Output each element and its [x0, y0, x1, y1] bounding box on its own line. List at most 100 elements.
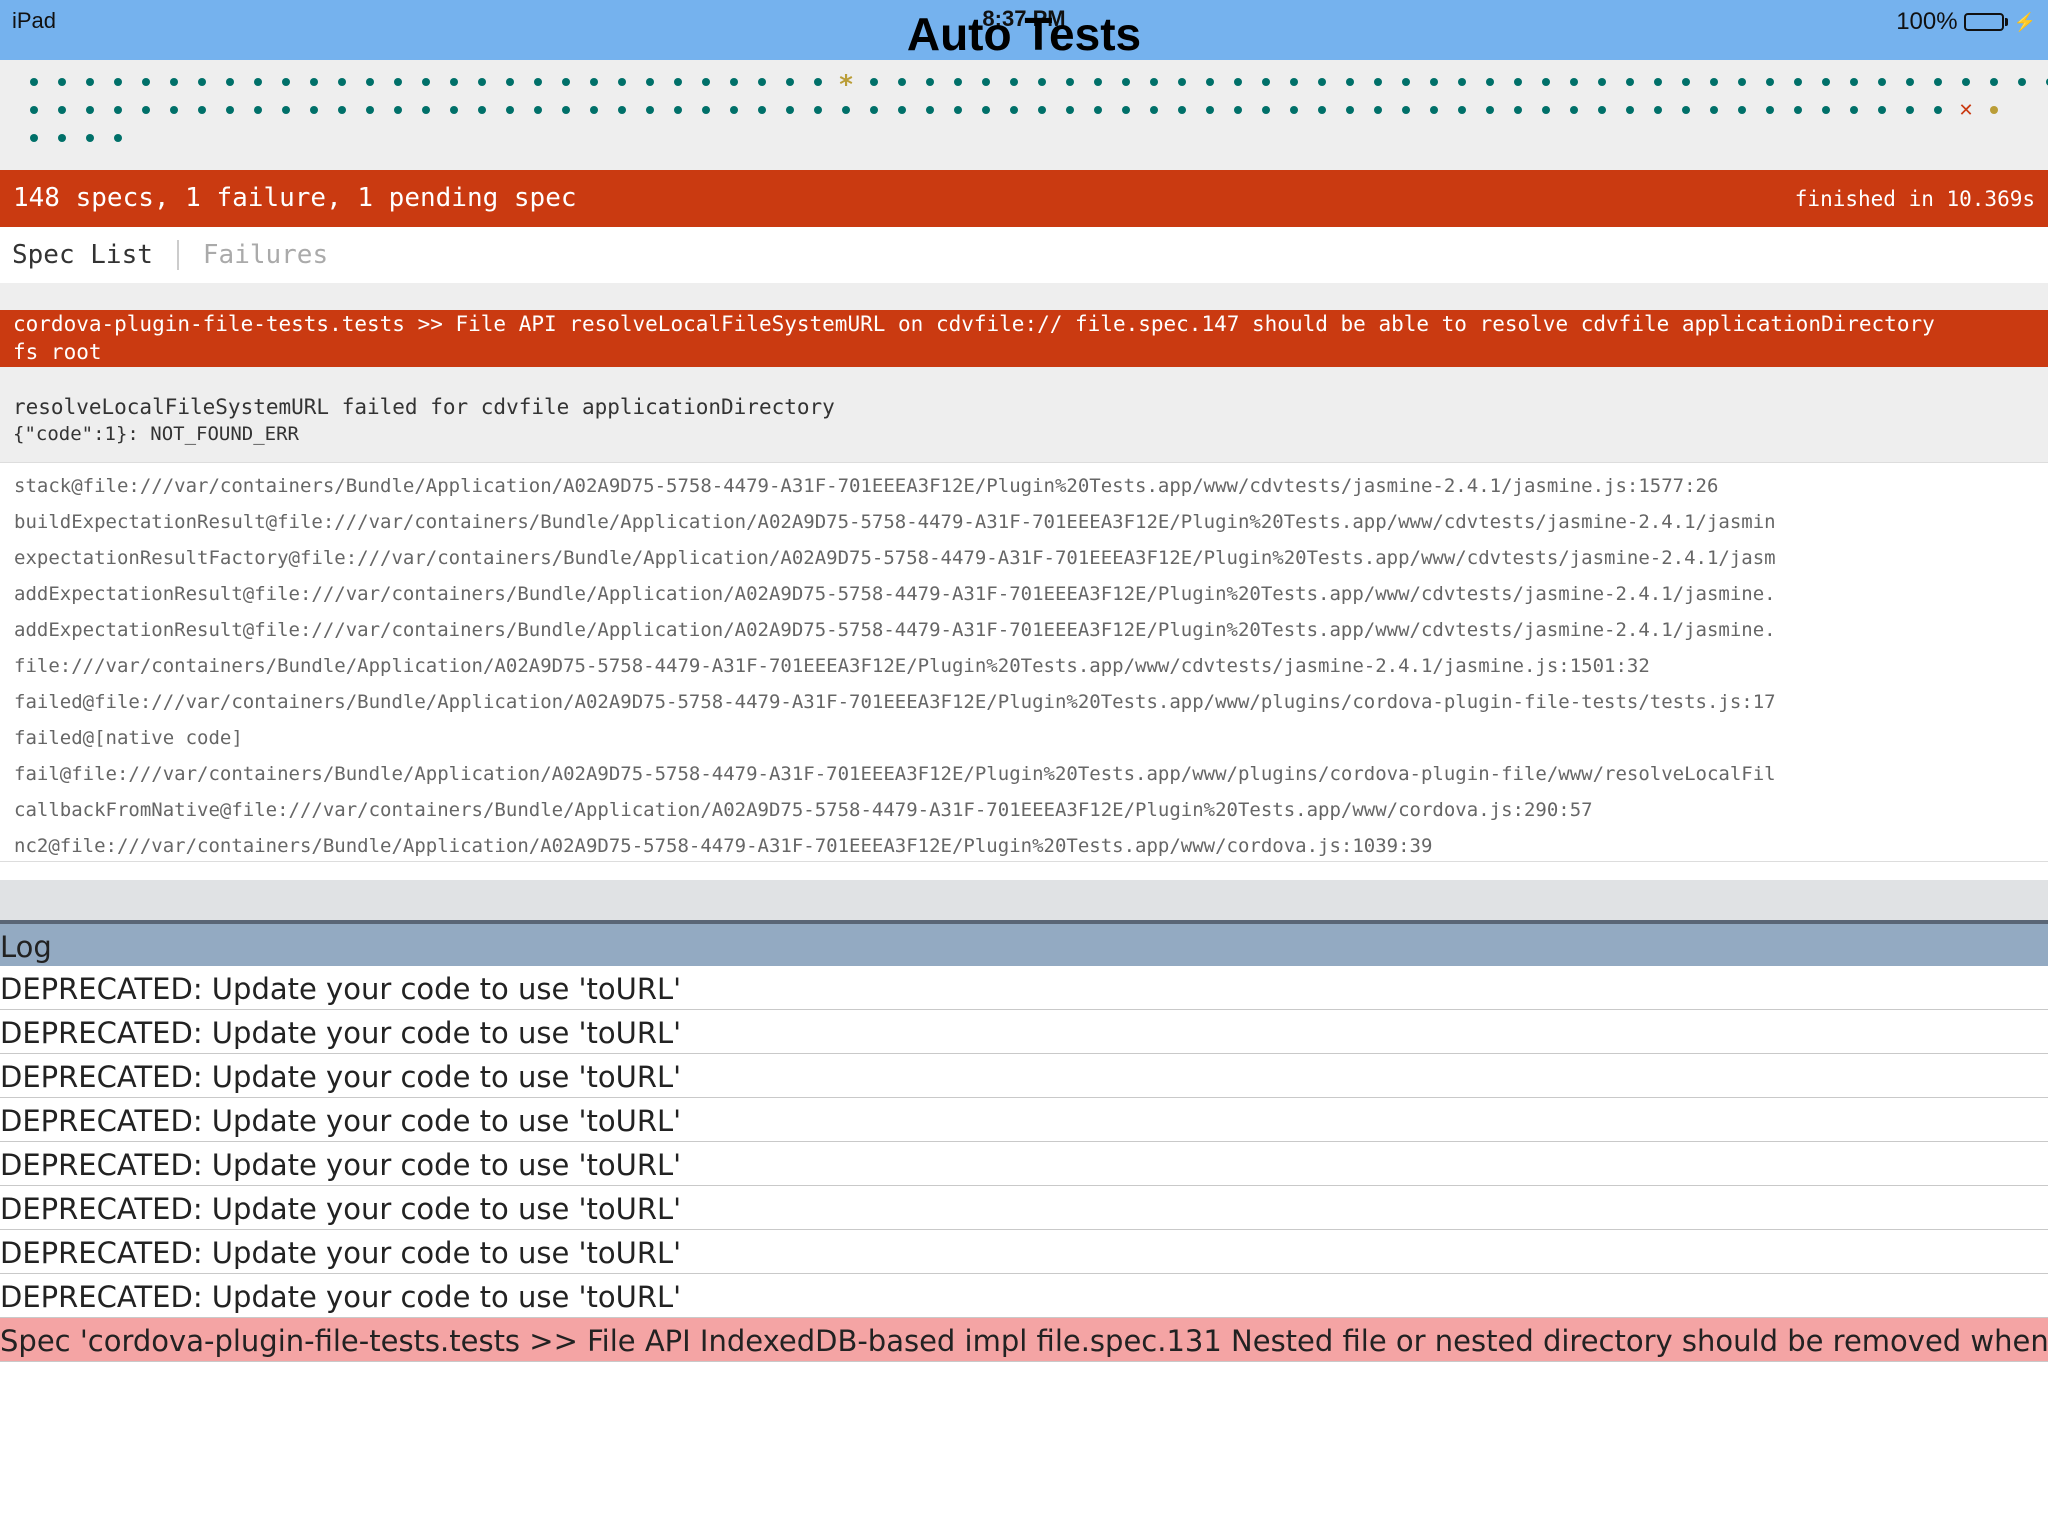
- spec-passed-dot[interactable]: [1112, 68, 1140, 96]
- spec-passed-dot[interactable]: [888, 96, 916, 124]
- spec-passed-dot[interactable]: [1280, 96, 1308, 124]
- spec-passed-dot[interactable]: [272, 96, 300, 124]
- spec-passed-dot[interactable]: [1028, 96, 1056, 124]
- spec-passed-dot[interactable]: [1504, 96, 1532, 124]
- spec-passed-dot[interactable]: [1812, 68, 1840, 96]
- spec-passed-dot[interactable]: [1336, 68, 1364, 96]
- spec-passed-dot[interactable]: [972, 68, 1000, 96]
- spec-passed-dot[interactable]: [1000, 96, 1028, 124]
- spec-passed-dot[interactable]: [1700, 96, 1728, 124]
- spec-passed-dot[interactable]: [244, 68, 272, 96]
- spec-passed-dot[interactable]: [1168, 68, 1196, 96]
- spec-passed-dot[interactable]: [776, 68, 804, 96]
- spec-passed-dot[interactable]: [944, 96, 972, 124]
- spec-passed-dot[interactable]: [608, 68, 636, 96]
- spec-passed-dot[interactable]: [1224, 68, 1252, 96]
- spec-passed-dot[interactable]: [1952, 68, 1980, 96]
- spec-passed-dot[interactable]: [1280, 68, 1308, 96]
- spec-passed-dot[interactable]: [1560, 96, 1588, 124]
- spec-passed-dot[interactable]: [1728, 68, 1756, 96]
- spec-passed-dot[interactable]: [804, 68, 832, 96]
- spec-passed-dot[interactable]: [20, 124, 48, 152]
- spec-passed-dot[interactable]: [972, 96, 1000, 124]
- spec-passed-dot[interactable]: [1616, 68, 1644, 96]
- spec-pending-icon[interactable]: [832, 68, 860, 96]
- spec-passed-dot[interactable]: [1420, 96, 1448, 124]
- spec-passed-dot[interactable]: [1392, 96, 1420, 124]
- spec-passed-dot[interactable]: [20, 68, 48, 96]
- spec-passed-dot[interactable]: [1476, 96, 1504, 124]
- spec-passed-dot[interactable]: [524, 68, 552, 96]
- spec-passed-dot[interactable]: [860, 68, 888, 96]
- spec-passed-dot[interactable]: [1084, 68, 1112, 96]
- spec-passed-dot[interactable]: [1868, 68, 1896, 96]
- spec-passed-dot[interactable]: [412, 68, 440, 96]
- stack-trace[interactable]: stack@file:///var/containers/Bundle/Appl…: [0, 462, 2048, 862]
- spec-passed-dot[interactable]: [1896, 68, 1924, 96]
- spec-passed-dot[interactable]: [524, 96, 552, 124]
- spec-passed-dot[interactable]: [1336, 96, 1364, 124]
- spec-failed-icon[interactable]: [1952, 96, 1980, 124]
- spec-passed-dot[interactable]: [160, 68, 188, 96]
- spec-passed-dot[interactable]: [1588, 96, 1616, 124]
- spec-passed-dot[interactable]: [1560, 68, 1588, 96]
- spec-passed-dot[interactable]: [1616, 96, 1644, 124]
- spec-passed-dot[interactable]: [48, 124, 76, 152]
- spec-passed-dot[interactable]: [440, 96, 468, 124]
- spec-passed-dot[interactable]: [1532, 68, 1560, 96]
- spec-passed-dot[interactable]: [664, 96, 692, 124]
- spec-passed-dot[interactable]: [1756, 96, 1784, 124]
- spec-passed-dot[interactable]: [1056, 96, 1084, 124]
- spec-passed-dot[interactable]: [1196, 68, 1224, 96]
- spec-passed-dot[interactable]: [1308, 96, 1336, 124]
- spec-passed-dot[interactable]: [832, 96, 860, 124]
- spec-passed-dot[interactable]: [944, 68, 972, 96]
- spec-passed-dot[interactable]: [440, 68, 468, 96]
- spec-passed-dot[interactable]: [692, 96, 720, 124]
- spec-passed-dot[interactable]: [1364, 96, 1392, 124]
- spec-passed-dot[interactable]: [664, 68, 692, 96]
- spec-passed-dot[interactable]: [608, 96, 636, 124]
- spec-passed-dot[interactable]: [356, 68, 384, 96]
- spec-passed-dot[interactable]: [1532, 96, 1560, 124]
- tab-spec-list[interactable]: Spec List: [0, 240, 165, 270]
- spec-passed-dot[interactable]: [104, 68, 132, 96]
- spec-passed-dot[interactable]: [1140, 68, 1168, 96]
- spec-passed-dot[interactable]: [1644, 96, 1672, 124]
- spec-passed-dot[interactable]: [1420, 68, 1448, 96]
- spec-passed-dot[interactable]: [1672, 68, 1700, 96]
- spec-passed-dot[interactable]: [1056, 68, 1084, 96]
- spec-passed-dot[interactable]: [1840, 68, 1868, 96]
- spec-passed-dot[interactable]: [748, 96, 776, 124]
- spec-passed-dot[interactable]: [1980, 68, 2008, 96]
- spec-passed-dot[interactable]: [48, 96, 76, 124]
- spec-passed-dot[interactable]: [132, 96, 160, 124]
- spec-passed-dot[interactable]: [720, 68, 748, 96]
- spec-passed-dot[interactable]: [76, 124, 104, 152]
- spec-passed-dot[interactable]: [2008, 68, 2036, 96]
- spec-passed-dot[interactable]: [1784, 68, 1812, 96]
- spec-passed-dot[interactable]: [1504, 68, 1532, 96]
- spec-passed-dot[interactable]: [1924, 96, 1952, 124]
- spec-passed-dot[interactable]: [1168, 96, 1196, 124]
- spec-passed-dot[interactable]: [104, 96, 132, 124]
- spec-passed-dot[interactable]: [412, 96, 440, 124]
- spec-passed-dot[interactable]: [1308, 68, 1336, 96]
- spec-passed-dot[interactable]: [1140, 96, 1168, 124]
- spec-passed-dot[interactable]: [1896, 96, 1924, 124]
- spec-passed-dot[interactable]: [1840, 96, 1868, 124]
- spec-passed-dot[interactable]: [188, 96, 216, 124]
- spec-passed-dot[interactable]: [1392, 68, 1420, 96]
- spec-passed-dot[interactable]: [1084, 96, 1112, 124]
- spec-passed-dot[interactable]: [580, 68, 608, 96]
- spec-passed-dot[interactable]: [552, 68, 580, 96]
- spec-passed-dot[interactable]: [1196, 96, 1224, 124]
- spec-passed-dot[interactable]: [1252, 68, 1280, 96]
- tab-failures[interactable]: Failures: [191, 240, 340, 270]
- spec-passed-dot[interactable]: [468, 96, 496, 124]
- spec-passed-dot[interactable]: [328, 96, 356, 124]
- spec-passed-dot[interactable]: [916, 96, 944, 124]
- spec-passed-dot[interactable]: [48, 68, 76, 96]
- spec-passed-dot[interactable]: [1924, 68, 1952, 96]
- spec-passed-dot[interactable]: [636, 96, 664, 124]
